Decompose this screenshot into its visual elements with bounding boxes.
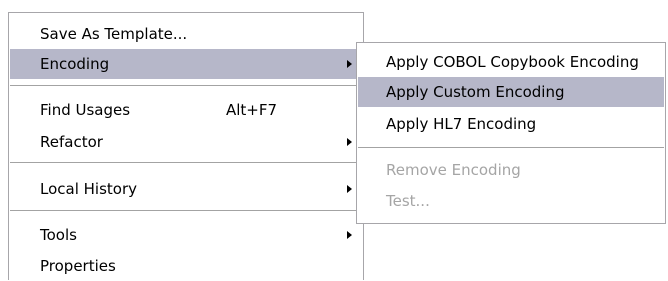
- menu-item-label: Refactor: [40, 133, 103, 151]
- menu-item-label: Save As Template...: [40, 25, 188, 43]
- menu-item-label: Encoding: [40, 55, 110, 73]
- menu-item-label: Properties: [40, 257, 116, 275]
- menu-item-remove-encoding: Remove Encoding: [358, 155, 664, 185]
- menu-separator: [10, 162, 362, 164]
- submenu-arrow-icon: [347, 60, 352, 68]
- menu-item-label: Apply Custom Encoding: [386, 83, 565, 101]
- menu-item-label: Test...: [386, 192, 430, 210]
- menu-item-test: Test...: [358, 186, 664, 216]
- menu-separator: [358, 147, 664, 149]
- menu-item-apply-hl7-encoding[interactable]: Apply HL7 Encoding: [358, 109, 664, 139]
- submenu-arrow-icon: [347, 231, 352, 239]
- menu-item-apply-cobol-copybook-encoding[interactable]: Apply COBOL Copybook Encoding: [358, 47, 664, 77]
- menu-item-properties[interactable]: Properties: [10, 251, 362, 281]
- submenu-arrow-icon: [347, 138, 352, 146]
- menu-item-refactor[interactable]: Refactor: [10, 127, 362, 157]
- menu-item-label: Local History: [40, 180, 138, 198]
- submenu-arrow-icon: [347, 185, 352, 193]
- menu-item-label: Apply COBOL Copybook Encoding: [386, 53, 639, 71]
- menu-separator: [10, 85, 362, 87]
- menu-separator: [10, 210, 362, 212]
- menu-item-save-as-template[interactable]: Save As Template...: [10, 19, 362, 49]
- context-menu: Save As Template... Encoding Find Usages…: [8, 12, 364, 280]
- menu-item-apply-custom-encoding[interactable]: Apply Custom Encoding: [358, 77, 664, 107]
- menu-item-label: Apply HL7 Encoding: [386, 115, 537, 133]
- menu-item-label: Tools: [40, 226, 77, 244]
- menu-item-label: Remove Encoding: [386, 161, 521, 179]
- menu-item-encoding[interactable]: Encoding: [10, 49, 362, 79]
- menu-item-local-history[interactable]: Local History: [10, 174, 362, 204]
- menu-item-shortcut: Alt+F7: [226, 101, 278, 119]
- menu-item-find-usages[interactable]: Find Usages Alt+F7: [10, 95, 362, 125]
- encoding-submenu: Apply COBOL Copybook Encoding Apply Cust…: [356, 42, 666, 224]
- menu-item-label: Find Usages: [40, 101, 131, 119]
- menu-item-tools[interactable]: Tools: [10, 220, 362, 250]
